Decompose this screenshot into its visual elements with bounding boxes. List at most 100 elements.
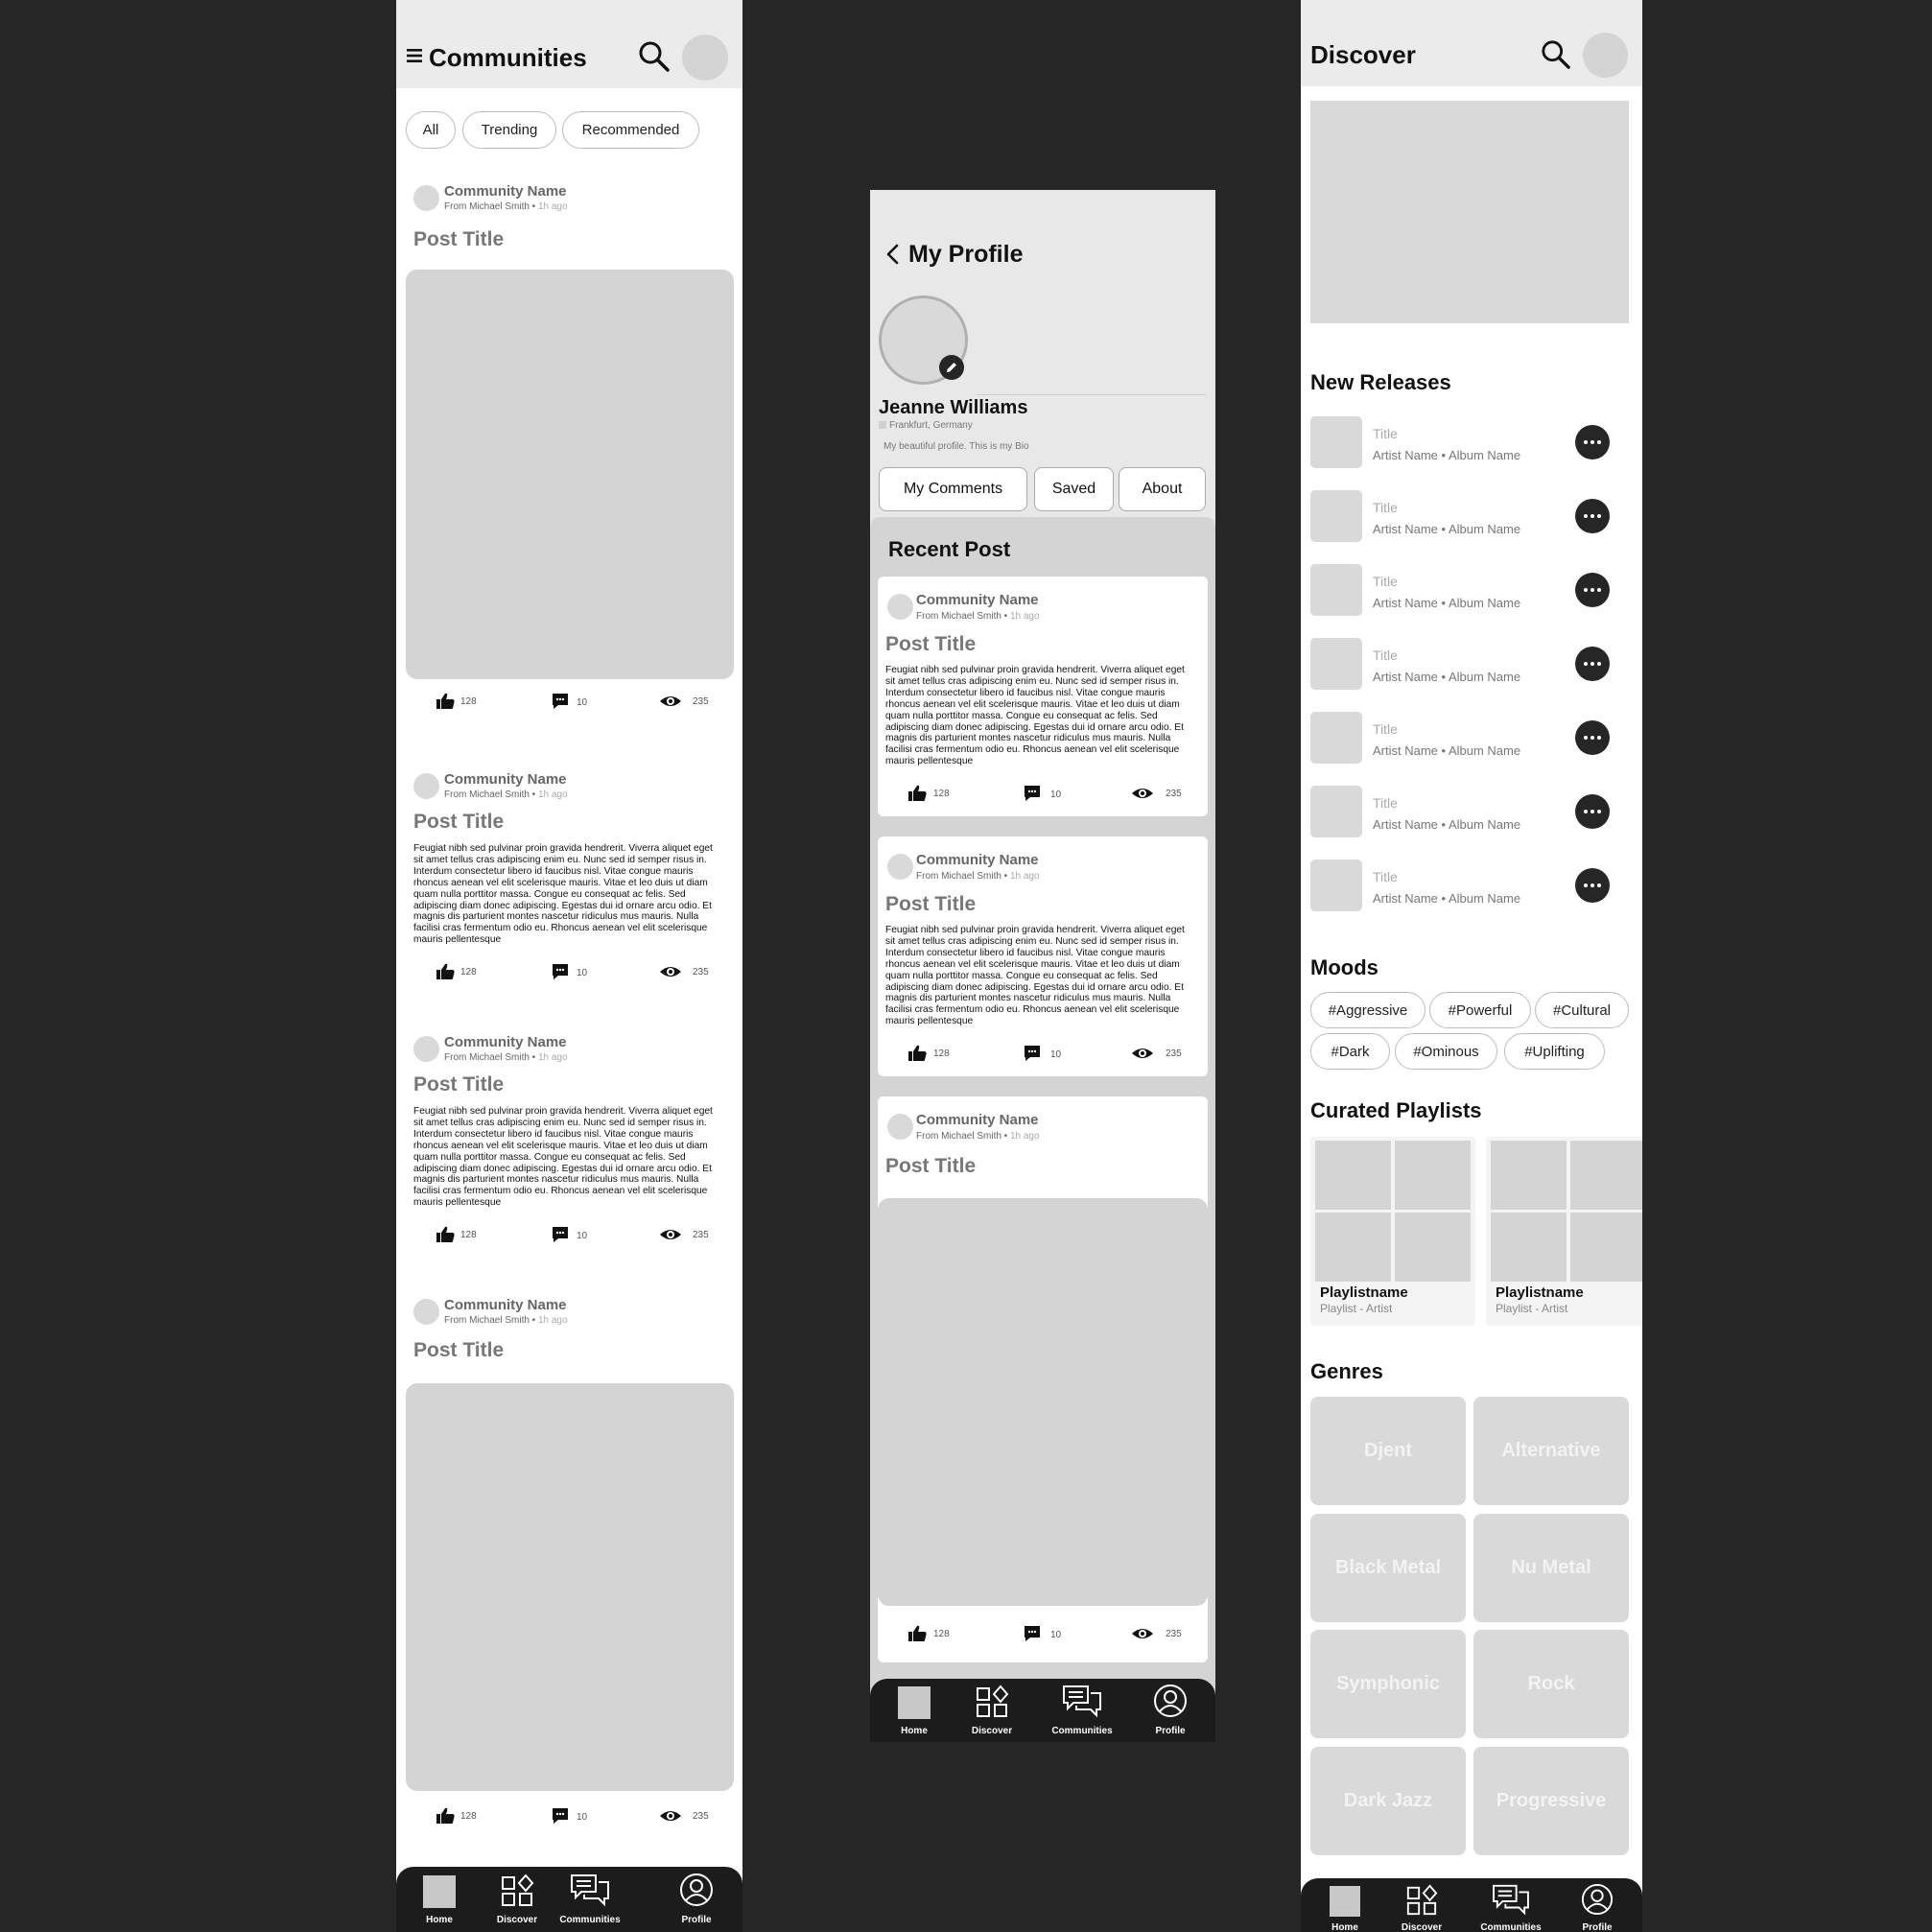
filter-all[interactable]: All — [406, 111, 456, 149]
comment-icon[interactable] — [551, 1226, 570, 1243]
release-item[interactable]: Title Artist Name • Album Name — [1301, 416, 1642, 474]
post-card[interactable]: Community Name From Michael Smith • 1h a… — [396, 178, 742, 725]
search-icon[interactable] — [1541, 39, 1571, 70]
post-card[interactable]: Community Name From Michael Smith • 1h a… — [396, 766, 742, 987]
release-item[interactable]: Title Artist Name • Album Name — [1301, 786, 1642, 843]
nav-home[interactable]: Home — [876, 1679, 953, 1742]
eye-icon[interactable] — [659, 1226, 682, 1243]
nav-communities[interactable]: Communities — [552, 1867, 628, 1932]
community-name[interactable]: Community Name — [444, 771, 567, 788]
post-card[interactable]: Community Name From Michael Smith • 1h a… — [878, 836, 1208, 1076]
comment-icon[interactable] — [1023, 1625, 1042, 1642]
mood-tag[interactable]: #Ominous — [1395, 1033, 1497, 1070]
post-title[interactable]: Post Title — [413, 1339, 504, 1362]
community-name[interactable]: Community Name — [444, 1297, 567, 1313]
avatar[interactable] — [1583, 33, 1628, 78]
post-title[interactable]: Post Title — [413, 228, 504, 251]
tab-about[interactable]: About — [1119, 467, 1206, 511]
thumbs-up-icon[interactable] — [908, 1045, 928, 1062]
nav-communities[interactable]: Communities — [1044, 1679, 1120, 1742]
filter-recommended[interactable]: Recommended — [562, 111, 699, 149]
edit-avatar-button[interactable] — [939, 355, 964, 380]
nav-profile[interactable]: Profile — [1559, 1878, 1636, 1932]
thumbs-up-icon[interactable] — [436, 963, 456, 980]
avatar[interactable] — [682, 35, 728, 81]
post-image[interactable] — [878, 1198, 1208, 1606]
mood-tag[interactable]: #Powerful — [1429, 992, 1531, 1028]
genre-card[interactable]: Symphonic — [1310, 1630, 1466, 1738]
post-title[interactable]: Post Title — [885, 633, 976, 656]
nav-profile[interactable]: Profile — [658, 1867, 735, 1932]
more-horizontal-icon[interactable] — [1575, 647, 1610, 681]
nav-discover[interactable]: Discover — [954, 1679, 1030, 1742]
post-title[interactable]: Post Title — [413, 811, 504, 834]
comment-icon[interactable] — [551, 693, 570, 710]
comment-icon[interactable] — [1023, 785, 1042, 802]
post-title[interactable]: Post Title — [885, 893, 976, 916]
nav-home[interactable]: Home — [401, 1867, 478, 1932]
genre-card[interactable]: Rock — [1473, 1630, 1629, 1738]
eye-icon[interactable] — [1131, 1045, 1154, 1062]
comment-icon[interactable] — [551, 963, 570, 980]
tab-my-comments[interactable]: My Comments — [879, 467, 1027, 511]
genre-card[interactable]: Djent — [1310, 1397, 1466, 1505]
community-name[interactable]: Community Name — [444, 1034, 567, 1050]
release-item[interactable]: Title Artist Name • Album Name — [1301, 638, 1642, 695]
comment-icon[interactable] — [551, 1807, 570, 1825]
tab-saved[interactable]: Saved — [1034, 467, 1114, 511]
nav-home[interactable]: Home — [1307, 1878, 1383, 1932]
eye-icon[interactable] — [659, 693, 682, 710]
mood-tag[interactable]: #Dark — [1310, 1033, 1390, 1070]
thumbs-up-icon[interactable] — [908, 785, 928, 802]
filter-trending[interactable]: Trending — [462, 111, 556, 149]
post-card[interactable]: Community Name From Michael Smith • 1h a… — [878, 577, 1208, 816]
genre-card[interactable]: Dark Jazz — [1310, 1747, 1466, 1855]
playlist-card[interactable]: Playlistname Playlist - Artist — [1310, 1137, 1475, 1326]
nav-discover[interactable]: Discover — [1383, 1878, 1460, 1932]
community-name[interactable]: Community Name — [444, 183, 567, 200]
genre-card[interactable]: Progressive — [1473, 1747, 1629, 1855]
search-icon[interactable] — [638, 40, 671, 73]
nav-communities[interactable]: Communities — [1473, 1878, 1549, 1932]
eye-icon[interactable] — [1131, 785, 1154, 802]
more-horizontal-icon[interactable] — [1575, 499, 1610, 533]
more-horizontal-icon[interactable] — [1575, 868, 1610, 903]
thumbs-up-icon[interactable] — [908, 1625, 928, 1642]
post-title[interactable]: Post Title — [885, 1155, 976, 1178]
release-item[interactable]: Title Artist Name • Album Name — [1301, 860, 1642, 917]
post-image[interactable] — [406, 270, 734, 679]
more-horizontal-icon[interactable] — [1575, 794, 1610, 829]
eye-icon[interactable] — [659, 1807, 682, 1825]
featured-banner[interactable] — [1310, 101, 1629, 323]
thumbs-up-icon[interactable] — [436, 1226, 456, 1243]
mood-tag[interactable]: #Aggressive — [1310, 992, 1425, 1028]
more-horizontal-icon[interactable] — [1575, 720, 1610, 755]
community-name[interactable]: Community Name — [916, 592, 1039, 608]
eye-icon[interactable] — [1131, 1625, 1154, 1642]
community-name[interactable]: Community Name — [916, 1112, 1039, 1128]
playlist-card[interactable]: Playlistname Playlist - Artist — [1486, 1137, 1642, 1326]
genre-card[interactable]: Alternative — [1473, 1397, 1629, 1505]
nav-profile[interactable]: Profile — [1132, 1679, 1209, 1742]
post-card[interactable]: Community Name From Michael Smith • 1h a… — [396, 1292, 742, 1829]
genre-card[interactable]: Nu Metal — [1473, 1514, 1629, 1622]
thumbs-up-icon[interactable] — [436, 1807, 456, 1825]
eye-icon[interactable] — [659, 963, 682, 980]
release-item[interactable]: Title Artist Name • Album Name — [1301, 564, 1642, 622]
chevron-left-icon[interactable] — [885, 244, 899, 265]
post-image[interactable] — [406, 1383, 734, 1791]
nav-discover[interactable]: Discover — [479, 1867, 555, 1932]
mood-tag[interactable]: #Cultural — [1535, 992, 1629, 1028]
genre-card[interactable]: Black Metal — [1310, 1514, 1466, 1622]
thumbs-up-icon[interactable] — [436, 693, 456, 710]
post-card[interactable]: Community Name From Michael Smith • 1h a… — [878, 1096, 1208, 1662]
post-title[interactable]: Post Title — [413, 1073, 504, 1096]
post-card[interactable]: Community Name From Michael Smith • 1h a… — [396, 1029, 742, 1250]
menu-icon[interactable] — [407, 48, 422, 63]
community-name[interactable]: Community Name — [916, 852, 1039, 868]
release-item[interactable]: Title Artist Name • Album Name — [1301, 712, 1642, 769]
release-item[interactable]: Title Artist Name • Album Name — [1301, 490, 1642, 548]
mood-tag[interactable]: #Uplifting — [1504, 1033, 1605, 1070]
more-horizontal-icon[interactable] — [1575, 425, 1610, 459]
more-horizontal-icon[interactable] — [1575, 573, 1610, 607]
